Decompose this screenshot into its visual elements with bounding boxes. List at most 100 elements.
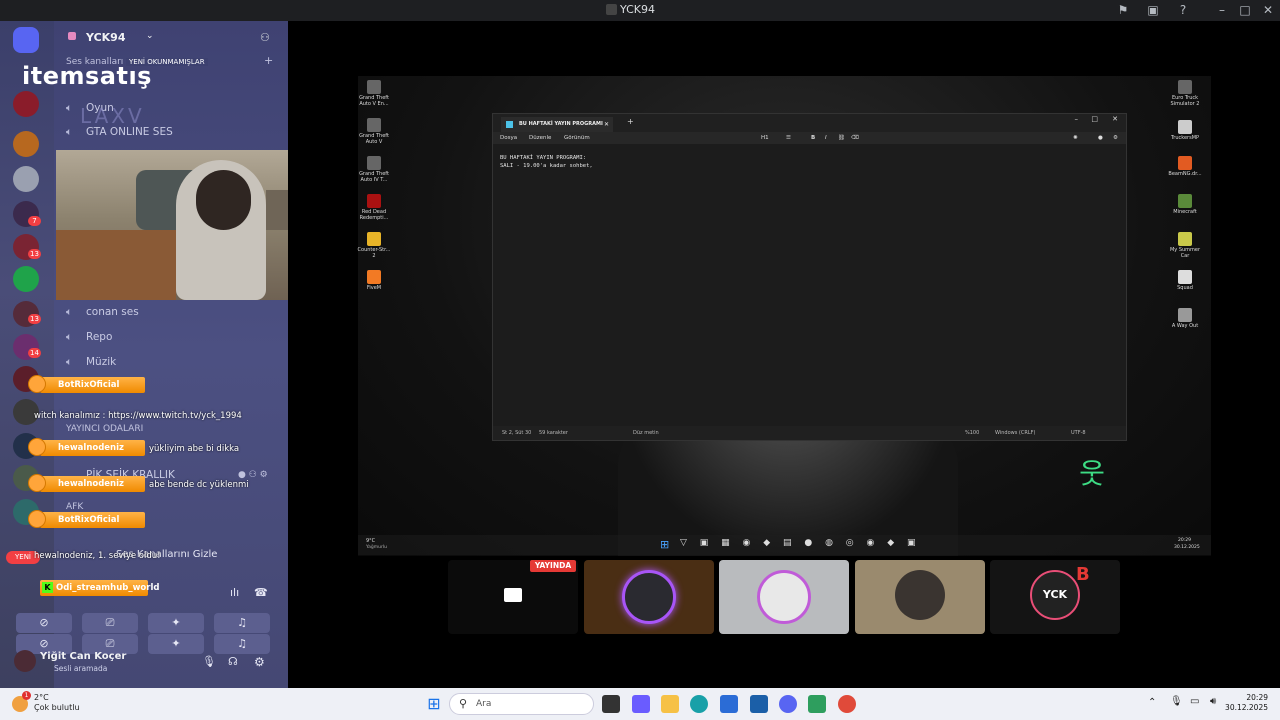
minimize-icon[interactable]: – [1215,3,1229,17]
weather-condition: Çok bulutlu [34,703,80,712]
start-icon[interactable]: ⊞ [425,695,443,713]
noise-suppression-icon[interactable]: ılı [230,586,239,599]
list-icon[interactable]: ☰ [786,135,791,141]
voice-channel[interactable]: 🔈︎ Müzik [66,356,116,369]
add-member-icon[interactable]: ⚇ [260,31,270,44]
notepad-text[interactable]: BU HAFTAKİ YAYIN PROGRAMI: SALI - 19.00'a… [500,154,593,170]
edge-icon[interactable] [690,695,708,713]
settings-gear-icon[interactable]: ⚙ [1113,135,1118,141]
participant-tile[interactable] [719,560,849,634]
avatar [895,570,945,620]
add-channel-icon[interactable]: + [264,54,273,67]
notepad-tab[interactable]: BU HAFTAKİ YAYIN PROGRAMI ✕ [501,117,613,132]
task-view-icon[interactable] [602,695,620,713]
chrome-icon[interactable] [838,695,856,713]
desktop-icon[interactable]: My Summer Car [1167,232,1203,259]
bold-icon[interactable]: B [811,135,815,141]
maximize-icon[interactable]: □ [1091,115,1098,123]
chevron-up-icon[interactable]: ⌃ [1148,697,1156,708]
desktop-icon[interactable]: TruckersMP [1167,120,1203,141]
server-name[interactable]: YCK94 [86,31,125,44]
desktop-icon[interactable]: Red Dead Redempti... [356,194,392,221]
desktop-icon[interactable]: Grand Theft Auto V En... [356,80,392,107]
volume-icon[interactable]: 🔊︎ [1210,696,1216,707]
desktop-icon[interactable]: Euro Truck Simulator 2 [1167,80,1203,107]
desktop-icon[interactable]: Counter-Str... 2 [356,232,392,259]
participant-tile[interactable] [584,560,714,634]
unread-badge: 7 [28,216,41,226]
camera-off-button[interactable]: ⊘ [16,613,72,633]
app-icon[interactable] [808,695,826,713]
desktop-icon[interactable]: Minecraft [1167,194,1203,215]
microphone-icon[interactable]: 🎙︎ [202,655,216,668]
flag-icon[interactable]: ⚑ [1116,3,1130,17]
soundboard-button[interactable]: ♫ [214,634,270,654]
new-tab-icon[interactable]: + [627,117,634,126]
overlay-avatar [28,375,46,393]
desktop-icon[interactable]: BeamNG.dr... [1167,156,1203,177]
account-icon[interactable]: ● [1098,135,1103,141]
server-icon[interactable] [13,266,39,292]
activities-button[interactable]: ✦ [148,634,204,654]
desktop-icon[interactable]: A Way Out [1167,308,1203,329]
search-placeholder: Ara [476,699,492,709]
copilot-icon[interactable]: ✺ [1073,135,1078,141]
activities-button[interactable]: ✦ [148,613,204,633]
desktop-icon[interactable]: Grand Theft Auto IV T... [356,156,392,183]
notepad-window[interactable]: BU HAFTAKİ YAYIN PROGRAMI ✕ + – □ ✕ Dosya… [492,113,1127,441]
channel-settings-icons[interactable]: ● ⚇ ⚙ [238,470,268,480]
italic-icon[interactable]: I [825,135,827,141]
headphones-icon[interactable]: ☊ [228,655,238,668]
network-icon[interactable]: ▭ [1190,696,1199,707]
server-icon[interactable] [13,166,39,192]
live-badge: YAYINDA [530,560,576,572]
disconnect-icon[interactable]: ☎ [254,586,268,599]
menu-view[interactable]: Görünüm [564,135,590,141]
discord-icon[interactable] [779,695,797,713]
close-icon[interactable]: ✕ [1261,3,1275,17]
maximize-icon[interactable]: □ [1238,3,1252,17]
weather-widget[interactable]: 2°C Çok bulutlu [34,693,80,713]
clock-time: 20:29 [1246,693,1268,702]
copilot-icon[interactable] [632,695,650,713]
minimize-icon[interactable]: – [1075,115,1079,123]
stream-category[interactable]: YAYINCI ODALARI [66,424,143,434]
desktop-icon[interactable]: Grand Theft Auto V [356,118,392,145]
voice-channel[interactable]: 🔈︎ conan ses [66,306,139,319]
menu-file[interactable]: Dosya [500,135,517,141]
participant-tile[interactable] [855,560,985,634]
link-icon[interactable]: ⛓ [838,135,845,141]
search-box[interactable]: ⚲ Ara [449,693,594,715]
text-mode: Düz metin [633,430,659,436]
desktop-icon[interactable]: FiveM [356,270,392,291]
soundboard-button[interactable]: ♫ [214,613,270,633]
close-icon[interactable]: ✕ [1112,115,1118,123]
system-clock[interactable]: 20:29 30.12.2025 [1225,693,1268,713]
settings-gear-icon[interactable]: ⚙ [254,655,265,669]
discord-home-icon[interactable] [13,27,39,53]
heading-dropdown[interactable]: H1 [761,135,769,141]
chevron-down-icon[interactable]: ⌄ [146,31,154,41]
avatar [622,570,676,624]
file-explorer-icon[interactable] [661,695,679,713]
inbox-icon[interactable]: ▣ [1146,3,1160,17]
overlay-avatar [28,474,46,492]
participant-tile[interactable]: YCK B [990,560,1120,634]
help-icon[interactable]: ? [1176,3,1190,17]
app-icon[interactable] [750,695,768,713]
server-icon[interactable] [13,131,39,157]
menu-edit[interactable]: Düzenle [529,135,551,141]
microphone-icon[interactable]: 🎙︎ [1170,696,1183,707]
screen-share-button[interactable]: ⎚ [82,613,138,633]
server-icon[interactable] [13,91,39,117]
desktop-icon[interactable]: Squad [1167,270,1203,291]
store-icon[interactable] [720,695,738,713]
username[interactable]: Yiğit Can Koçer [40,651,126,662]
voice-channel[interactable]: 🔈︎ Repo [66,331,112,344]
clear-format-icon[interactable]: ⌫ [851,135,859,141]
participant-tile-stream[interactable]: YAYINDA [448,560,578,634]
tab-close-icon[interactable]: ✕ [604,117,609,132]
afk-category[interactable]: AFK [66,502,83,512]
avatar: YCK [1030,570,1080,620]
avatar[interactable] [14,650,36,672]
